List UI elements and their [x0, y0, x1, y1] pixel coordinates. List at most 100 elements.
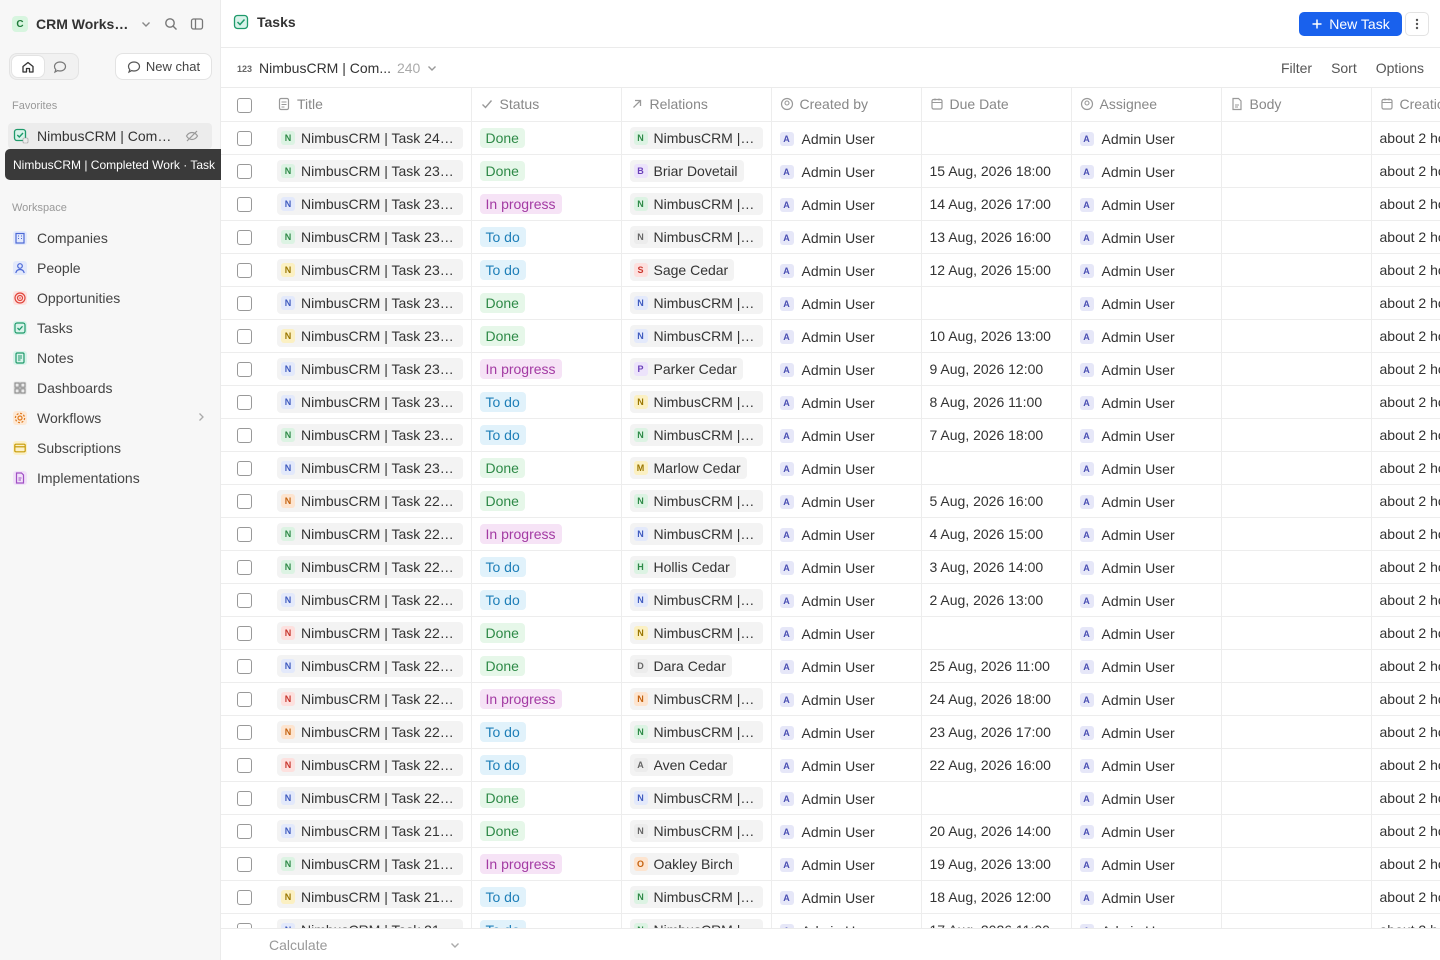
body-cell[interactable]	[1221, 484, 1372, 518]
user-chip[interactable]: A Admin User	[779, 164, 875, 180]
body-cell[interactable]	[1221, 880, 1372, 914]
created-by-cell[interactable]: A Admin User	[771, 616, 922, 650]
assignee-cell[interactable]: AAdmin User	[1071, 715, 1222, 749]
creation-date-cell[interactable]: about 2 hours ago	[1371, 649, 1440, 683]
relation-chip[interactable]: M Marlow Cedar	[629, 456, 747, 479]
title-cell[interactable]: N NimbusCRM | Task 235 | Sc...	[269, 286, 472, 320]
status-cell[interactable]: Done	[471, 484, 622, 518]
relation-chip[interactable]: N NimbusCRM | Op...	[629, 786, 763, 809]
user-chip[interactable]: A Admin User	[1079, 758, 1175, 774]
user-chip[interactable]: A Admin User	[1079, 263, 1175, 279]
creation-date-cell[interactable]: about 2 hours ago	[1371, 451, 1440, 485]
user-chip[interactable]: A Admin User	[779, 626, 875, 642]
due-date-cell[interactable]	[921, 121, 1072, 155]
user-chip[interactable]: A Admin User	[779, 824, 875, 840]
created-by-cell[interactable]: A Admin User	[771, 682, 922, 716]
row-checkbox[interactable]	[237, 493, 252, 509]
user-chip[interactable]: A Admin User	[1079, 890, 1175, 906]
table-row[interactable]: N NimbusCRM | Task 230 | Sh... Done M Marlow…	[221, 451, 1440, 485]
due-date-cell[interactable]: 15 Aug, 2026 18:00	[921, 154, 1072, 188]
relation-chip[interactable]: N NimbusCRM | Op...	[629, 291, 763, 314]
task-title[interactable]: N NimbusCRM | Task 226 | Va...	[277, 588, 463, 611]
user-chip[interactable]: A Admin User	[1079, 824, 1175, 840]
user-chip[interactable]: A Admin User	[779, 527, 875, 543]
created-by-cell[interactable]: A Admin User	[771, 880, 922, 914]
user-chip[interactable]: A Admin User	[779, 692, 875, 708]
table-row[interactable]: N NimbusCRM | Task 238 | C... In progress N…	[221, 187, 1440, 221]
assignee-cell[interactable]: AAdmin User	[1071, 847, 1222, 881]
workspace-name[interactable]: CRM Workspace	[36, 16, 132, 32]
title-cell[interactable]: N NimbusCRM | Task 220 | Sh...	[269, 781, 472, 815]
relations-cell[interactable]: N NimbusCRM | Co...	[621, 814, 772, 848]
task-title[interactable]: N NimbusCRM | Task 238 | C...	[277, 192, 463, 215]
creation-date-cell[interactable]: about 2 hours ago	[1371, 715, 1440, 749]
column-header-due-date[interactable]: Due Date	[921, 88, 1072, 122]
relation-chip[interactable]: N NimbusCRM | Op...	[629, 390, 763, 413]
relations-cell[interactable]: N NimbusCRM | Op...	[621, 286, 772, 320]
table-row[interactable]: N NimbusCRM | Task 222 | Pr... To do N Nimbu…	[221, 715, 1440, 749]
relation-chip[interactable]: A Aven Cedar	[629, 753, 734, 776]
assignee-cell[interactable]: AAdmin User	[1071, 286, 1222, 320]
sidebar-item-companies[interactable]: Companies	[8, 223, 213, 253]
sidebar-item-opportunities[interactable]: Opportunities	[8, 283, 213, 313]
status-cell[interactable]: To do	[471, 253, 622, 287]
user-chip[interactable]: A Admin User	[1079, 527, 1175, 543]
user-chip[interactable]: A Admin User	[1079, 230, 1175, 246]
status-cell[interactable]: To do	[471, 385, 622, 419]
title-cell[interactable]: N NimbusCRM | Task 233 | Re...	[269, 352, 472, 386]
relation-chip[interactable]: NNimbusCRM | Co...	[629, 918, 763, 928]
relations-cell[interactable]: S Sage Cedar	[621, 253, 772, 287]
eye-off-icon[interactable]	[185, 129, 199, 143]
column-header-created-by[interactable]: Created by	[771, 88, 922, 122]
relation-chip[interactable]: B Briar Dovetail	[629, 159, 744, 182]
user-chip[interactable]: A Admin User	[779, 890, 875, 906]
user-chip[interactable]: A Admin User	[1079, 197, 1175, 213]
row-checkbox[interactable]	[237, 823, 252, 839]
table-row[interactable]: N NimbusCRM | Task 232 | Pr... To do N Nimbu…	[221, 385, 1440, 419]
created-by-cell[interactable]: A Admin User	[771, 847, 922, 881]
assignee-cell[interactable]: AAdmin User	[1071, 220, 1222, 254]
assignee-cell[interactable]: AAdmin User	[1071, 913, 1222, 928]
column-header-status[interactable]: Status	[471, 88, 622, 122]
favorite-item[interactable]: NimbusCRM | Completed Work	[8, 123, 212, 149]
created-by-cell[interactable]: A Admin User	[771, 715, 922, 749]
user-chip[interactable]: A Admin User	[779, 725, 875, 741]
due-date-cell[interactable]: 23 Aug, 2026 17:00	[921, 715, 1072, 749]
table-row[interactable]: N NimbusCRM | Task 235 | Sc... Done N Nimbus…	[221, 286, 1440, 320]
task-title[interactable]: N NimbusCRM | Task 222 | Pr...	[277, 720, 463, 743]
created-by-cell[interactable]: A Admin User	[771, 154, 922, 188]
table-row[interactable]: N NimbusCRM | Task 227 | Dr... To do H Holli…	[221, 550, 1440, 584]
sidebar-item-subscriptions[interactable]: Subscriptions	[8, 433, 213, 463]
creation-date-cell[interactable]: about 2 hours ago	[1371, 418, 1440, 452]
created-by-cell[interactable]: A Admin User	[771, 220, 922, 254]
title-cell[interactable]: N NimbusCRM | Task 222 | Pr...	[269, 715, 472, 749]
title-cell[interactable]: N NimbusCRM | Task 221 | Dis...	[269, 748, 472, 782]
task-title[interactable]: N NimbusCRM | Task 219 | Up...	[277, 819, 463, 842]
title-cell[interactable]: N NimbusCRM | Task 240 | Sh...	[269, 121, 472, 155]
creation-date-cell[interactable]: about 2 hours ago	[1371, 550, 1440, 584]
row-checkbox[interactable]	[237, 328, 252, 344]
title-cell[interactable]: N NimbusCRM | Task 224 | C...	[269, 649, 472, 683]
row-checkbox[interactable]	[237, 394, 252, 410]
user-chip[interactable]: A Admin User	[1079, 659, 1175, 675]
user-chip[interactable]: A Admin User	[1079, 395, 1175, 411]
title-cell[interactable]: N NimbusCRM | Task 231 | Dis...	[269, 418, 472, 452]
title-cell[interactable]: N NimbusCRM | Task 236 | Va...	[269, 253, 472, 287]
status-cell[interactable]: Done	[471, 814, 622, 848]
title-cell[interactable]: N NimbusCRM | Task 223 | Re...	[269, 682, 472, 716]
task-title[interactable]: N NimbusCRM | Task 235 | Sc...	[277, 291, 463, 314]
user-chip[interactable]: A Admin User	[1079, 131, 1175, 147]
status-cell[interactable]: To do	[471, 583, 622, 617]
table-row[interactable]: N NimbusCRM | Task 237 | Dr... To do N Nimbu…	[221, 220, 1440, 254]
created-by-cell[interactable]: A Admin User	[771, 286, 922, 320]
user-chip[interactable]: A Admin User	[779, 659, 875, 675]
relation-chip[interactable]: NNimbusCRM | Co...	[629, 819, 763, 842]
assignee-cell[interactable]: AAdmin User	[1071, 319, 1222, 353]
row-checkbox[interactable]	[237, 889, 252, 905]
user-chip[interactable]: A Admin User	[1079, 362, 1175, 378]
relations-cell[interactable]: N NimbusCRM | Co...	[621, 121, 772, 155]
options-button[interactable]: Options	[1376, 60, 1424, 76]
relations-cell[interactable]: N NimbusCRM | Co...	[621, 220, 772, 254]
user-chip[interactable]: A Admin User	[779, 230, 875, 246]
table-row[interactable]: N NimbusCRM | Task 234 | C... Done N NimbusC…	[221, 319, 1440, 353]
